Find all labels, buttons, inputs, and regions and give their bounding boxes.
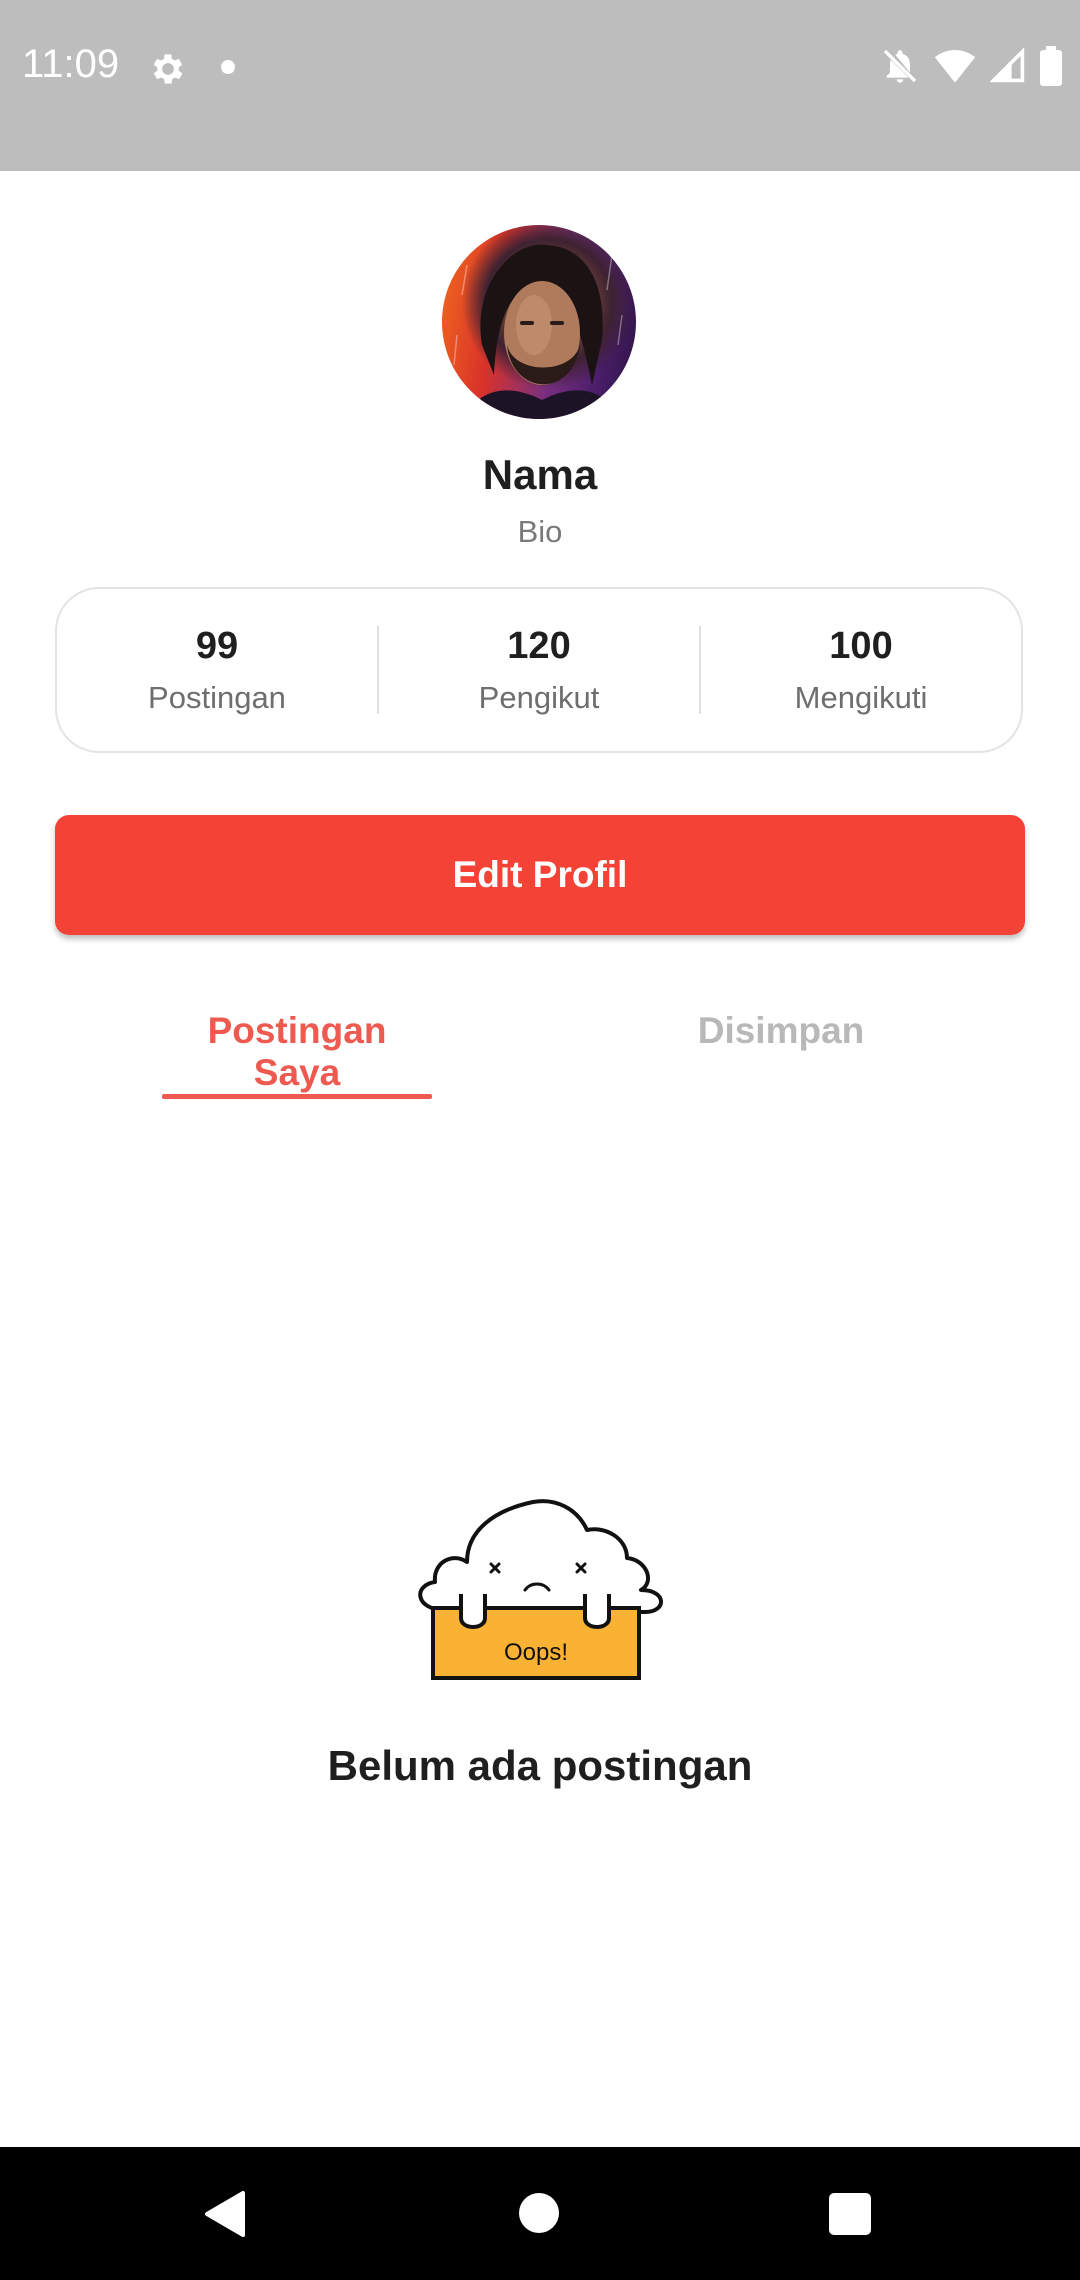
- back-icon[interactable]: [203, 2189, 247, 2239]
- stat-followers-value: 120: [507, 625, 571, 667]
- signal-icon: [990, 48, 1025, 83]
- recents-icon[interactable]: [829, 2193, 871, 2235]
- avatar-portrait: [453, 244, 623, 419]
- empty-state-message: Belum ada postingan: [327, 1742, 753, 1789]
- profile-name: Nama: [482, 451, 598, 498]
- profile-screen: 11:09 Nama Bio 99 Postingan 120 Pengikut…: [0, 0, 1080, 2280]
- wifi-icon: [934, 49, 976, 83]
- profile-bio: Bio: [517, 514, 563, 549]
- tab-my-posts[interactable]: Postingan Saya: [162, 1010, 432, 1094]
- stat-followers[interactable]: 120 Pengikut: [379, 623, 699, 717]
- stat-posts[interactable]: 99 Postingan: [57, 623, 377, 717]
- status-bar: 11:09: [0, 0, 1080, 171]
- stat-following-value: 100: [829, 625, 893, 667]
- stat-following[interactable]: 100 Mengikuti: [701, 623, 1021, 717]
- oops-text: Oops!: [504, 1639, 568, 1666]
- stat-posts-label: Postingan: [148, 680, 286, 715]
- battery-icon: [1040, 46, 1062, 86]
- navigation-bar: [0, 2147, 1080, 2280]
- home-icon[interactable]: [519, 2193, 559, 2233]
- tab-indicator: [162, 1094, 432, 1099]
- stat-followers-label: Pengikut: [478, 680, 600, 715]
- edit-profile-button[interactable]: Edit Profil: [55, 815, 1025, 935]
- stats-card: 99 Postingan 120 Pengikut 100 Mengikuti: [55, 587, 1023, 753]
- empty-state-illustration: Oops!: [418, 1499, 663, 1680]
- tab-saved[interactable]: Disimpan: [640, 1010, 922, 1052]
- gear-icon: [153, 54, 183, 84]
- avatar[interactable]: [442, 225, 636, 419]
- status-icons: [880, 46, 1062, 86]
- stat-following-label: Mengikuti: [794, 680, 928, 715]
- notification-dot-icon: [221, 60, 235, 74]
- bell-off-icon: [883, 49, 917, 83]
- status-time: 11:09: [22, 42, 120, 86]
- stat-posts-value: 99: [195, 625, 239, 667]
